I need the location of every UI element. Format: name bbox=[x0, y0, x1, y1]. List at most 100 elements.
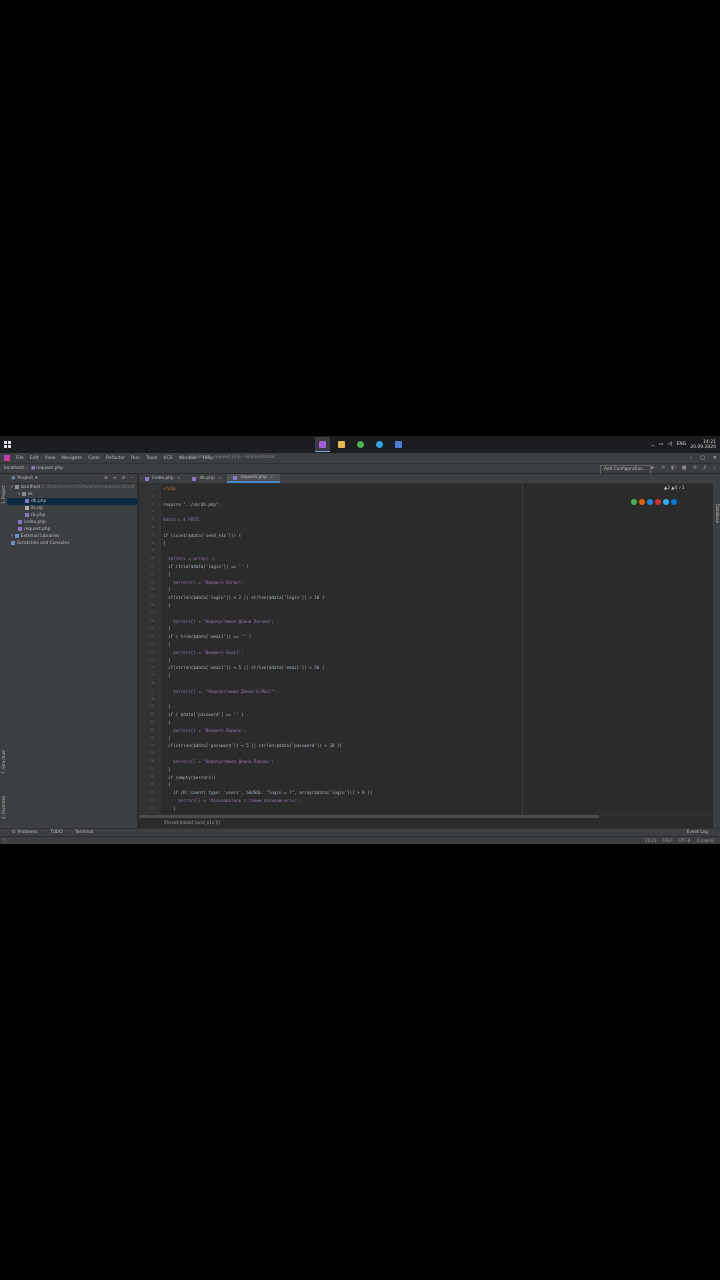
windows-start-icon[interactable] bbox=[4, 441, 11, 448]
code-editor[interactable]: ▲2 ▲4 ✓1 <?php require "../ok/db.php"; $da… bbox=[161, 484, 713, 814]
opera-icon[interactable] bbox=[655, 499, 661, 505]
safari-icon[interactable] bbox=[647, 499, 653, 505]
minimize-icon[interactable]: – bbox=[690, 455, 693, 461]
code-line: $errors[] = 'Введите Пароль'; bbox=[163, 727, 247, 733]
project-view-icon: ▣ bbox=[11, 476, 16, 481]
cursor-position[interactable]: 26:21 bbox=[645, 838, 657, 843]
menu-view[interactable]: View bbox=[42, 456, 59, 461]
terminal-tool-button[interactable]: Terminal bbox=[75, 830, 93, 835]
tree-item[interactable]: index.php bbox=[7, 519, 137, 526]
tree-item[interactable]: Scratches and Consoles bbox=[7, 540, 137, 547]
line-number: 26 bbox=[149, 681, 154, 685]
line-number: 2 bbox=[151, 493, 154, 498]
tree-item[interactable]: ib.sql bbox=[7, 505, 137, 512]
ie-icon[interactable] bbox=[663, 499, 669, 505]
event-log-button[interactable]: Event Log bbox=[687, 830, 708, 835]
gear-icon[interactable]: ⚙ bbox=[122, 476, 126, 481]
edge-icon[interactable] bbox=[671, 499, 677, 505]
breadcrumb-root[interactable]: localhost bbox=[4, 466, 24, 471]
monitor-icon[interactable]: ▭ bbox=[659, 442, 663, 447]
close-tab-icon[interactable]: × bbox=[270, 473, 274, 482]
code-line: if (isset($data['send_e1s'])) { bbox=[163, 532, 242, 538]
maximize-icon[interactable]: ▢ bbox=[700, 455, 705, 461]
search-icon[interactable]: ⌕ bbox=[713, 465, 716, 471]
firefox-icon[interactable] bbox=[639, 499, 645, 505]
code-line: { bbox=[163, 571, 171, 577]
menu-tools[interactable]: Tools bbox=[143, 456, 160, 461]
tree-item[interactable]: rb.php bbox=[7, 512, 137, 519]
tree-item[interactable]: db.php bbox=[7, 498, 137, 505]
problems-tool-button[interactable]: 6: Problems bbox=[12, 830, 37, 835]
project-tool-tab[interactable]: 1: Project bbox=[1, 485, 6, 504]
code-line: { bbox=[163, 642, 171, 647]
coverage-icon[interactable]: ◧ bbox=[671, 465, 676, 471]
editor-tab[interactable]: request.php × bbox=[227, 473, 280, 483]
inspection-widget[interactable]: ▲2 ▲4 ✓1 bbox=[664, 485, 685, 490]
menu-code[interactable]: Code bbox=[85, 456, 103, 461]
database-tool-tab[interactable]: Database bbox=[715, 504, 720, 523]
tree-item-label: request.php bbox=[24, 527, 51, 532]
editor-tab[interactable]: index.php × bbox=[139, 474, 186, 483]
line-number: 14 bbox=[149, 587, 154, 592]
file-encoding[interactable]: UTF-8 bbox=[679, 838, 691, 843]
volume-icon[interactable]: ◁) bbox=[667, 442, 672, 447]
favorites-tool-tab[interactable]: 2: Favorites bbox=[1, 796, 6, 819]
taskbar-chrome-icon[interactable] bbox=[353, 437, 368, 452]
code-line: $errors[] = 'Пользователь с таким логино… bbox=[163, 798, 302, 803]
tree-item[interactable]: ▾ localhost C:\OpenServer\OSPanel\domain… bbox=[7, 484, 137, 491]
stop-icon[interactable]: ■ bbox=[682, 465, 687, 471]
code-breadcrumb[interactable]: if(isset($data['send_e1s'])) bbox=[164, 820, 220, 825]
taskbar-explorer-icon[interactable] bbox=[334, 437, 349, 452]
breadcrumb-file[interactable]: request.php bbox=[36, 466, 63, 471]
locate-icon[interactable]: ⊕ bbox=[104, 476, 108, 481]
taskbar-telegram-icon[interactable] bbox=[372, 437, 387, 452]
menu-refactor[interactable]: Refactor bbox=[103, 456, 128, 461]
language-indicator[interactable]: ENG bbox=[677, 442, 687, 447]
editor-tab-label: db.php bbox=[199, 476, 215, 481]
clock[interactable]: 14:21 20.09.2020 bbox=[690, 440, 716, 450]
menu-edit[interactable]: Edit bbox=[27, 456, 42, 461]
chevron-down-icon[interactable]: ▾ bbox=[35, 476, 37, 481]
line-number: 19 bbox=[149, 626, 154, 631]
vcs-icon[interactable]: ⇵ bbox=[703, 465, 707, 471]
clock-date: 20.09.2020 bbox=[690, 444, 716, 450]
tree-item[interactable]: ▾ External Libraries bbox=[7, 533, 137, 540]
code-line: $data = $_POST; bbox=[163, 517, 201, 523]
editor-tab[interactable]: db.php × bbox=[186, 474, 227, 483]
status-indicator-icon[interactable]: ▢ bbox=[3, 838, 7, 843]
line-number: 30 bbox=[149, 712, 154, 717]
phpstorm-logo-icon bbox=[4, 455, 10, 461]
menu-navigate[interactable]: Navigate bbox=[59, 456, 86, 461]
debug-icon[interactable]: ✲ bbox=[661, 465, 665, 471]
chrome-icon[interactable] bbox=[631, 499, 637, 505]
taskbar-phpstorm-icon[interactable] bbox=[315, 437, 330, 452]
taskbar-windows-app-icon[interactable] bbox=[391, 437, 406, 452]
close-tab-icon[interactable]: × bbox=[177, 474, 181, 483]
collapse-all-icon[interactable]: ≑ bbox=[113, 476, 117, 481]
php-file-icon bbox=[18, 519, 22, 524]
todo-tool-button[interactable]: TODO bbox=[50, 830, 63, 835]
navigation-bar: localhost › ■ request.php Add Configurat… bbox=[0, 463, 720, 475]
hide-icon[interactable]: – bbox=[131, 476, 133, 481]
chevron-up-icon[interactable]: ︿ bbox=[651, 442, 656, 448]
structure-tool-tab[interactable]: 7: Structure bbox=[1, 750, 6, 774]
line-number: 13 bbox=[149, 579, 154, 584]
menu-run[interactable]: Run bbox=[128, 456, 143, 461]
menu-file[interactable]: File bbox=[13, 456, 27, 461]
menu-vcs[interactable]: VCS bbox=[160, 456, 175, 461]
run-icon[interactable]: ▶ bbox=[651, 465, 655, 471]
close-icon[interactable]: ✕ bbox=[713, 455, 717, 461]
tree-item[interactable]: request.php bbox=[7, 526, 137, 533]
status-bar: ▢ 26:21 CRLF UTF-8 4 spaces bbox=[0, 836, 720, 844]
tree-item[interactable]: ▾ ok bbox=[7, 491, 137, 498]
php-file-icon bbox=[233, 475, 238, 480]
project-panel-title[interactable]: Project bbox=[17, 476, 33, 481]
line-separator[interactable]: CRLF bbox=[663, 838, 673, 843]
horizontal-scrollbar[interactable] bbox=[139, 815, 599, 818]
code-line: } bbox=[163, 805, 176, 811]
build-icon[interactable]: ⚒ bbox=[693, 465, 697, 471]
close-tab-icon[interactable]: × bbox=[218, 474, 222, 483]
indent-setting[interactable]: 4 spaces bbox=[696, 838, 714, 843]
line-number: 25 bbox=[149, 673, 154, 678]
tree-item-path: C:\OpenServer\OSPanel\domains\localhost bbox=[40, 485, 135, 490]
